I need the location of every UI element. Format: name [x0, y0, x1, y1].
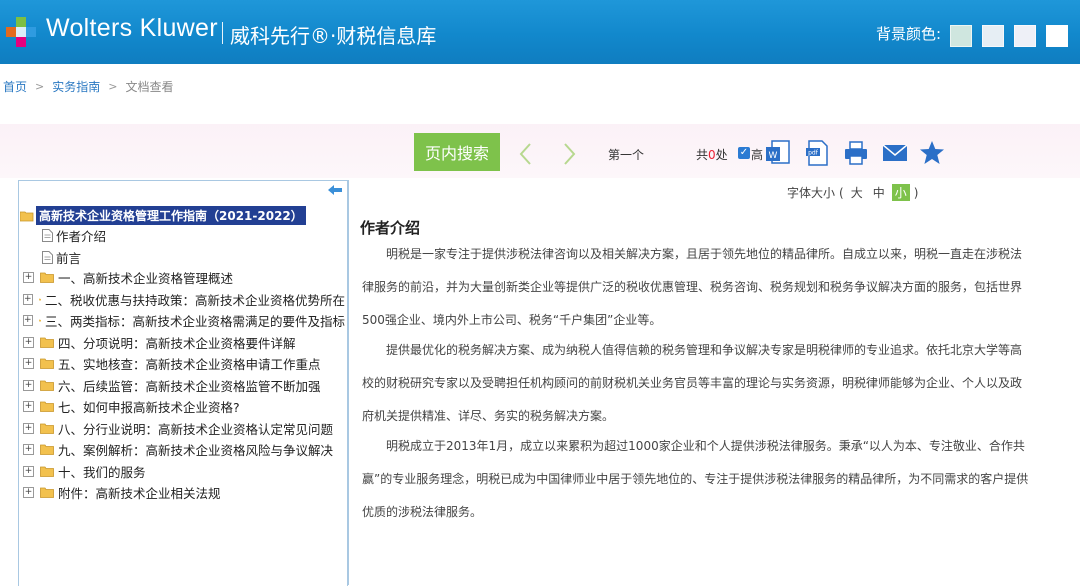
bg-swatch-1[interactable] [950, 25, 972, 47]
count-prefix: 共 [696, 148, 709, 162]
folder-icon [40, 380, 54, 391]
toc-doc-item[interactable]: 前言 [42, 248, 81, 267]
highlight-label: 高 [751, 148, 764, 162]
count-value: 0 [708, 148, 716, 162]
toc-folder-label: 十、我们的服务 [58, 464, 146, 480]
toc-folder-item[interactable]: + 一、高新技术企业资格管理概述 [23, 268, 233, 287]
toc-folder-label: 一、高新技术企业资格管理概述 [58, 271, 234, 286]
brand-name: Wolters Kluwer [46, 14, 218, 42]
next-result-icon[interactable] [558, 140, 580, 168]
toc-folder-label: 三、两类指标：高新技术企业资格需满足的要件及指标 [44, 314, 345, 329]
font-size-paren-close: ) [913, 185, 919, 200]
font-size-control: 字体大小 ( 大 中 小 ) [787, 184, 918, 201]
toc-folder-item[interactable]: + 八、分行业说明：高新技术企业资格认定常见问题 [23, 419, 333, 438]
toc-folder-item[interactable]: + 二、税收优惠与扶持政策：高新技术企业资格优势所在 [23, 290, 345, 309]
document-icon [42, 229, 53, 242]
expand-plus-icon[interactable]: + [23, 272, 34, 283]
bg-swatch-2[interactable] [982, 25, 1004, 47]
folder-icon [38, 298, 41, 300]
expand-plus-icon[interactable]: + [23, 336, 34, 348]
favorite-star-icon[interactable] [918, 138, 946, 168]
expand-plus-icon[interactable]: + [23, 401, 34, 412]
svg-text:W: W [769, 151, 778, 161]
folder-icon [40, 487, 54, 498]
toc-folder-item[interactable]: + 十、我们的服务 [23, 462, 146, 481]
article-paragraph: 明税是一家专注于提供涉税法律咨询以及相关解决方案，且居于领先地位的精品律所。自成… [362, 247, 1023, 327]
font-size-paren-open: ( [839, 185, 844, 200]
count-suffix: 处 [715, 148, 728, 162]
breadcrumb: 首页 > 实务指南 > 文档查看 [3, 78, 173, 95]
folder-icon [40, 272, 54, 283]
article-paragraph: 提供最优化的税务解决方案、成为纳税人值得信赖的税务管理和争议解决专家是明税律师的… [362, 343, 1023, 423]
pdf-export-icon[interactable]: pdf [803, 138, 831, 168]
toc-doc-item[interactable]: 作者介绍 [42, 226, 106, 245]
word-export-icon[interactable]: W [764, 138, 792, 168]
toc-root-label: 高新技术企业资格管理工作指南（2021-2022） [36, 206, 306, 225]
toc-folder-label: 九、案例解析：高新技术企业资格风险与争议解决 [58, 443, 334, 458]
breadcrumb-chevron-icon: > [108, 80, 118, 93]
expand-plus-icon[interactable]: + [23, 379, 34, 391]
folder-icon [40, 466, 54, 477]
bg-swatch-3[interactable] [1014, 25, 1036, 47]
expand-plus-icon[interactable]: + [23, 422, 34, 434]
folder-icon [40, 444, 54, 455]
toc-folder-item[interactable]: + 九、案例解析：高新技术企业资格风险与争议解决 [23, 440, 333, 459]
expand-plus-icon[interactable]: + [23, 358, 34, 369]
font-size-medium[interactable]: 中 [870, 184, 888, 201]
expand-plus-icon[interactable]: + [23, 293, 33, 305]
folder-icon [38, 319, 41, 322]
toc-folder-item[interactable]: + 七、如何申报高新技术企业资格? [23, 397, 240, 416]
toc-doc-label: 前言 [56, 250, 82, 266]
toc-folder-label: 五、实地核查：高新技术企业资格申请工作重点 [58, 357, 321, 372]
wolters-kluwer-logo-icon [6, 17, 36, 47]
folder-icon [40, 401, 54, 412]
result-count: 共0处 [696, 146, 728, 163]
toc-folder-item[interactable]: + 四、分项说明：高新技术企业资格要件详解 [23, 333, 296, 352]
toc-folder-item[interactable]: + 附件：高新技术企业相关法规 [23, 483, 221, 502]
in-page-search-button[interactable]: 页内搜索 [414, 133, 500, 171]
toc-folder-label: 六、后续监管：高新技术企业资格监管不断加强 [58, 378, 321, 394]
document-icon [42, 250, 53, 264]
font-size-small[interactable]: 小 [891, 184, 910, 201]
svg-text:pdf: pdf [808, 150, 819, 157]
breadcrumb-home[interactable]: 首页 [3, 78, 27, 95]
email-icon[interactable] [881, 138, 909, 168]
toc-doc-label: 作者介绍 [56, 229, 107, 244]
breadcrumb-chevron-icon: > [35, 80, 45, 93]
expand-plus-icon[interactable]: + [23, 444, 34, 455]
highlight-checkbox[interactable]: ✓ [738, 147, 750, 159]
toc-folder-label: 二、税收优惠与扶持政策：高新技术企业资格优势所在 [44, 292, 345, 308]
font-size-label: 字体大小 [787, 186, 836, 200]
first-result-label[interactable]: 第一个 [608, 146, 644, 163]
prev-result-icon[interactable] [515, 140, 537, 168]
toc-folder-item[interactable]: + 六、后续监管：高新技术企业资格监管不断加强 [23, 376, 321, 395]
bg-swatch-4[interactable] [1046, 25, 1068, 47]
background-color-label: 背景颜色: [876, 25, 942, 43]
toc-folder-label: 四、分项说明：高新技术企业资格要件详解 [58, 335, 296, 351]
open-folder-icon [20, 211, 34, 221]
breadcrumb-guide[interactable]: 实务指南 [52, 78, 100, 95]
article-title: 作者介绍 [360, 219, 421, 237]
breadcrumb-current: 文档查看 [125, 80, 174, 94]
toc-folder-item[interactable]: + 三、两类指标：高新技术企业资格需满足的要件及指标 [23, 311, 345, 330]
expand-plus-icon[interactable]: + [23, 315, 33, 326]
expand-plus-icon[interactable]: + [23, 487, 34, 498]
print-icon[interactable] [842, 138, 870, 168]
toc-root[interactable]: 高新技术企业资格管理工作指南（2021-2022） [20, 206, 306, 225]
folder-icon [40, 337, 54, 348]
article-paragraph: 明税成立于2013年1月，成立以来累积为超过1000家企业和个人提供涉税法律服务… [362, 439, 1029, 519]
toc-folder-item[interactable]: + 五、实地核查：高新技术企业资格申请工作重点 [23, 354, 321, 373]
brand-subtitle: 威科先行®·财税信息库 [230, 24, 437, 48]
toc-folder-label: 七、如何申报高新技术企业资格? [58, 400, 240, 415]
font-size-large[interactable]: 大 [848, 184, 866, 201]
top-header: Wolters Kluwer 威科先行®·财税信息库 背景颜色: [0, 0, 1080, 64]
toc-folder-label: 八、分行业说明：高新技术企业资格认定常见问题 [58, 421, 334, 437]
folder-icon [40, 358, 54, 369]
expand-plus-icon[interactable]: + [23, 465, 34, 477]
folder-icon [40, 423, 54, 434]
toc-folder-label: 附件：高新技术企业相关法规 [58, 486, 221, 501]
brand-divider [222, 22, 223, 44]
